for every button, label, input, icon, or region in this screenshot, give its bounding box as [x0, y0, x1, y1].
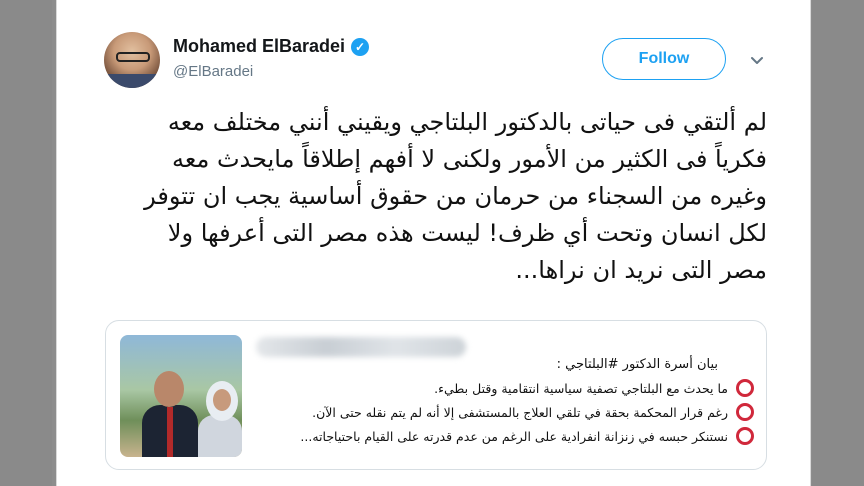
author-name-row[interactable]: Mohamed ElBaradei ✓: [173, 36, 370, 57]
tweet-text-line: وغيره من السجناء من حرمان من حقوق أساسية…: [144, 182, 767, 210]
tweet-card: Mohamed ElBaradei ✓ @ElBaradei Follow لم…: [56, 0, 811, 486]
quote-list-item: نستنكر حبسه في زنزانة انفرادية على الرغم…: [300, 427, 754, 445]
background-right: [812, 0, 864, 486]
verified-badge-icon: ✓: [351, 37, 370, 56]
chevron-down-icon[interactable]: [747, 50, 767, 70]
quoted-photo[interactable]: [120, 335, 242, 457]
author-handle[interactable]: @ElBaradei: [173, 63, 253, 80]
red-circle-icon: [736, 427, 754, 445]
background-left: [0, 0, 52, 486]
quote-item-text: نستنكر حبسه في زنزانة انفرادية على الرغم…: [300, 428, 728, 444]
tweet-text-line: مصر التى نريد ان نراها...: [515, 256, 767, 284]
author-name[interactable]: Mohamed ElBaradei: [173, 36, 345, 57]
quote-item-text: رغم قرار المحكمة بحقة في تلقي العلاج بال…: [312, 404, 728, 420]
tweet-text-line: فكرياً فى الكثير من الأمور ولكنى لا أفهم…: [172, 145, 767, 173]
photo-tie: [167, 407, 173, 457]
tweet-text-line: لكل انسان وتحت أي ظرف! ليست هذه مصر التى…: [167, 219, 767, 247]
blurred-quoted-author: [256, 337, 466, 357]
quote-item-text: ما يحدث مع البلتاجي تصفية سياسية انتقامي…: [434, 380, 728, 396]
photo-woman-body: [198, 415, 242, 457]
quoted-tweet[interactable]: بيان أسرة الدكتور #البلتاجي : ما يحدث مع…: [105, 320, 767, 470]
red-circle-icon: [736, 379, 754, 397]
quote-list-item: ما يحدث مع البلتاجي تصفية سياسية انتقامي…: [434, 379, 754, 397]
quote-heading: بيان أسرة الدكتور #البلتاجي :: [556, 357, 718, 372]
quote-list-item: رغم قرار المحكمة بحقة في تلقي العلاج بال…: [312, 403, 754, 421]
avatar[interactable]: [104, 32, 160, 88]
shirt-shape: [104, 74, 160, 88]
glasses-shape: [116, 52, 150, 62]
photo-woman-face: [213, 389, 231, 411]
tweet-text-line: لم ألتقي فى حياتى بالدكتور البلتاجي ويقي…: [167, 108, 767, 136]
red-circle-icon: [736, 403, 754, 421]
photo-man-head: [154, 371, 184, 407]
follow-button[interactable]: Follow: [602, 38, 726, 80]
tweet-text: لم ألتقي فى حياتى بالدكتور البلتاجي ويقي…: [107, 104, 767, 289]
